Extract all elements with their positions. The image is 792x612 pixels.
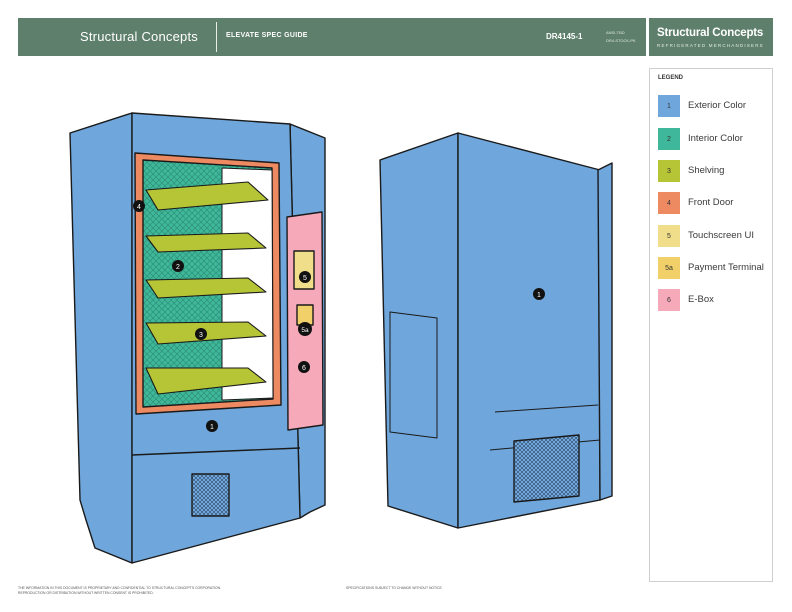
legend-label: Shelving [688, 165, 725, 176]
legend-swatch: 3 [658, 160, 680, 182]
legend-swatch: 6 [658, 289, 680, 311]
legend-swatch: 4 [658, 192, 680, 214]
legend-label: Front Door [688, 197, 734, 208]
legend-title: LEGEND [658, 75, 684, 81]
legend-item-interior: 2 Interior Color [658, 128, 772, 150]
rear-view-unit [379, 132, 613, 529]
legend-label: E-Box [688, 294, 714, 305]
footer-legal: THE INFORMATION IN THIS DOCUMENT IS PROP… [18, 586, 318, 596]
callout-ebox: 6 [302, 365, 306, 372]
callout-exterior-front: 1 [210, 424, 214, 431]
callout-touchscreen: 5 [303, 275, 307, 282]
legend-item-shelving: 3 Shelving [658, 160, 772, 182]
legend-swatch: 5 [658, 225, 680, 247]
logo-tagline: REFRIGERATED MERCHANDISERS [657, 43, 764, 48]
legend-label: Interior Color [688, 133, 743, 144]
callout-front-door: 4 [137, 204, 141, 211]
legend-swatch: 5a [658, 257, 680, 279]
legend-item-payment: 5a Payment Terminal [658, 257, 772, 279]
callout-exterior-back: 1 [537, 292, 541, 299]
legend-item-front-door: 4 Front Door [658, 192, 772, 214]
footer-spec-note: SPECIFICATIONS SUBJECT TO CHANGE WITHOUT… [346, 586, 442, 590]
legend-label: Payment Terminal [688, 262, 764, 273]
legend-swatch: 2 [658, 128, 680, 150]
legend-item-ebox: 6 E-Box [658, 289, 772, 311]
brand-logo: Structural Concepts REFRIGERATED MERCHAN… [649, 18, 773, 56]
callout-interior: 2 [176, 264, 180, 271]
legend-item-touchscreen: 5 Touchscreen UI [658, 225, 772, 247]
front-grille [191, 473, 230, 517]
touchscreen-ui [293, 250, 315, 290]
legend-swatch: 1 [658, 95, 680, 117]
legend-label: Touchscreen UI [688, 230, 755, 241]
legend-panel: LEGEND 1 Exterior Color 2 Interior Color… [649, 68, 773, 582]
rear-grille [513, 434, 580, 503]
merchandiser-illustration: 4 2 3 5 5a 6 1 1 [69, 112, 613, 564]
callout-shelving: 3 [199, 332, 203, 339]
logo-name: Structural Concepts [657, 27, 764, 39]
footer-line-2: REPRODUCTION OR DISTRIBUTION WITHOUT WRI… [18, 591, 154, 595]
legend-label: Exterior Color [688, 100, 747, 111]
callout-payment: 5a [301, 327, 309, 334]
legend-item-exterior: 1 Exterior Color [658, 95, 772, 117]
